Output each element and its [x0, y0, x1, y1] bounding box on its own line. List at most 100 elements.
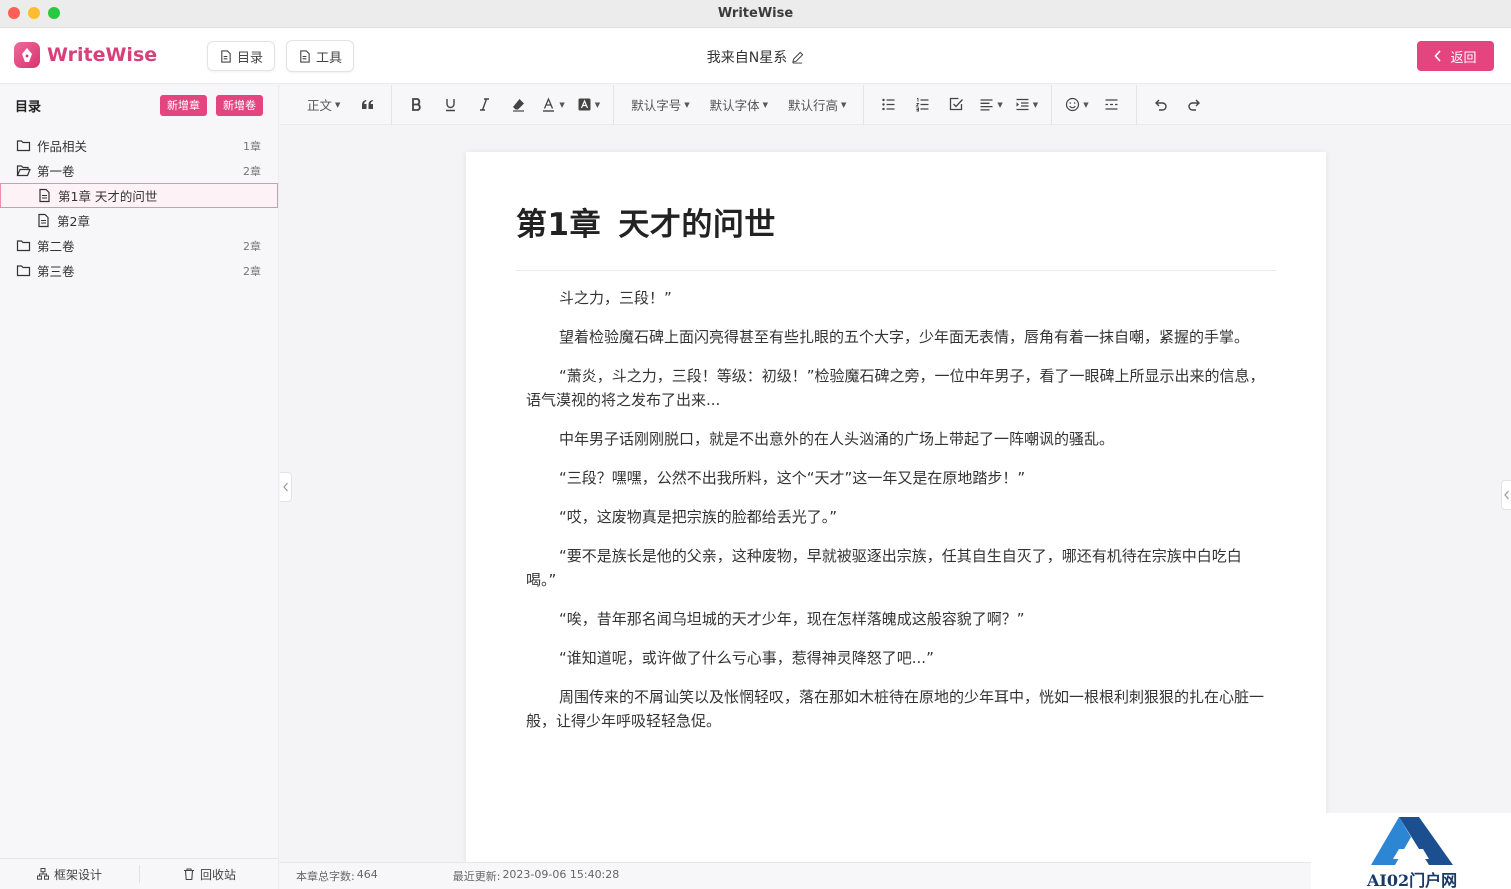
- tree-item-label: 第三卷: [37, 264, 75, 279]
- toolbar-group-block: 正文 ▼: [290, 84, 393, 125]
- eraser-icon: [512, 99, 524, 112]
- italic-button[interactable]: [469, 91, 499, 119]
- chapter-count: 2章: [243, 264, 261, 278]
- redo-button[interactable]: [1180, 91, 1210, 119]
- window-titlebar: WriteWise: [0, 0, 1511, 28]
- paragraph[interactable]: 中年男子话刚刚脱口，就是不出意外的在人头汹涌的广场上带起了一阵嘲讽的骚乱。: [526, 427, 1266, 451]
- task-list-button[interactable]: [941, 91, 971, 119]
- underline-icon: [445, 99, 455, 112]
- font-color-dropdown[interactable]: ▼: [537, 91, 568, 119]
- chevron-left-icon: [1434, 50, 1442, 62]
- paragraph[interactable]: 周围传来的不屑讪笑以及怅惘轻叹，落在那如木桩待在原地的少年耳中，恍如一根根利刺狠…: [526, 685, 1266, 733]
- paragraph[interactable]: “三段？嘿嘿，公然不出我所料，这个“天才”这一年又是在原地踏步！”: [526, 466, 1266, 490]
- word-count-label: 本章总字数:: [296, 870, 355, 883]
- font-family-label: 默认字体: [709, 98, 760, 113]
- font-family-dropdown[interactable]: 默认字体 ▼: [702, 91, 776, 119]
- caret-down-icon: ▼: [559, 100, 565, 109]
- catalog-button[interactable]: 目录: [207, 41, 276, 71]
- toolbar-group-font: 默认字号 ▼ 默认字体 ▼ 默认行高 ▼: [614, 84, 865, 125]
- paragraph[interactable]: 斗之力，三段！”: [526, 286, 1266, 310]
- chapter-count: 2章: [243, 164, 261, 178]
- sidebar-title: 目录: [15, 99, 42, 115]
- tree-item-works-related[interactable]: 作品相关 1章: [0, 133, 278, 158]
- caret-down-icon: ▼: [594, 100, 601, 109]
- expand-right-panel-button[interactable]: [1501, 480, 1511, 510]
- chapter-title[interactable]: 第1章 天才的问世: [516, 199, 1276, 244]
- paragraph[interactable]: “谁知道呢，或许做了什么亏心事，惹得神灵降怒了吧...”: [526, 646, 1266, 670]
- chapter-content[interactable]: 斗之力，三段！” 望着检验魔石碑上面闪亮得甚至有些扎眼的五个大字，少年面无表情，…: [516, 271, 1276, 733]
- quote-button[interactable]: [352, 91, 382, 119]
- indent-icon: [1016, 98, 1029, 111]
- tools-button[interactable]: 工具: [286, 40, 355, 72]
- catalog-tree: 作品相关 1章 第一卷 2章 第1章 天才的问世 第2章 第二卷 2章 第三卷 …: [0, 133, 278, 283]
- font-size-dropdown[interactable]: 默认字号 ▼: [623, 91, 697, 119]
- sidebar-footer: 框架设计 回收站: [0, 858, 279, 889]
- outline-design-label: 框架设计: [53, 867, 102, 882]
- maximize-window-button[interactable]: [48, 7, 60, 19]
- close-window-button[interactable]: [8, 7, 20, 19]
- indent-dropdown[interactable]: ▼: [1011, 91, 1042, 119]
- caret-down-icon: ▼: [841, 100, 847, 109]
- paragraph[interactable]: “要不是族长是他的父亲，这种废物，早就被驱逐出宗族，任其自生自灭了，哪还有机待在…: [526, 544, 1266, 592]
- back-button[interactable]: 返回: [1417, 41, 1494, 71]
- toolbar-group-inline: ▼ ▼: [392, 84, 615, 125]
- toolbar-group-insert: ▼: [1052, 84, 1137, 125]
- background-color-dropdown[interactable]: ▼: [573, 91, 604, 119]
- caret-down-icon: ▼: [684, 100, 690, 109]
- document-icon: [221, 49, 231, 63]
- new-chapter-button[interactable]: 新增章: [160, 94, 207, 116]
- logo-text: WriteWise: [47, 44, 158, 66]
- tree-item-volume-2[interactable]: 第二卷 2章: [0, 233, 278, 258]
- back-button-label: 返回: [1450, 50, 1477, 66]
- font-size-label: 默认字号: [631, 98, 682, 113]
- trash-button[interactable]: 回收站: [140, 866, 279, 883]
- align-dropdown[interactable]: ▼: [975, 91, 1006, 119]
- paragraph-style-dropdown[interactable]: 正文 ▼: [299, 91, 348, 119]
- tree-item-label: 第二卷: [37, 239, 75, 254]
- hierarchy-icon: [36, 868, 49, 880]
- outline-design-button[interactable]: 框架设计: [0, 866, 139, 883]
- document-page[interactable]: 第1章 天才的问世 斗之力，三段！” 望着检验魔石碑上面闪亮得甚至有些扎眼的五个…: [466, 152, 1326, 862]
- align-left-icon: [980, 99, 993, 111]
- folder-icon: [16, 238, 31, 253]
- tree-item-volume-1[interactable]: 第一卷 2章: [0, 158, 278, 183]
- tree-item-chapter-2[interactable]: 第2章: [0, 208, 278, 233]
- caret-down-icon: ▼: [335, 100, 341, 109]
- tree-item-chapter-1[interactable]: 第1章 天才的问世: [0, 183, 278, 208]
- line-height-dropdown[interactable]: 默认行高 ▼: [780, 91, 854, 119]
- numbered-list-button[interactable]: [907, 91, 937, 119]
- collapse-sidebar-button[interactable]: [280, 472, 292, 502]
- paragraph[interactable]: “萧炎，斗之力，三段！等级：初级！”检验魔石碑之旁，一位中年男子，看了一眼碑上所…: [526, 364, 1266, 412]
- background-color-icon: [578, 98, 591, 111]
- tree-item-label: 第一卷: [37, 164, 75, 179]
- underline-button[interactable]: [435, 91, 465, 119]
- paragraph[interactable]: “唉，昔年那名闻乌坦城的天才少年，现在怎样落魄成这般容貌了啊？”: [526, 607, 1266, 631]
- paragraph[interactable]: “哎，这废物真是把宗族的脸都给丢光了。”: [526, 505, 1266, 529]
- eraser-button[interactable]: [503, 91, 533, 119]
- folder-icon: [16, 263, 31, 278]
- tree-item-volume-3[interactable]: 第三卷 2章: [0, 258, 278, 283]
- tree-item-label: 第2章: [57, 214, 90, 229]
- paragraph-style-label: 正文: [307, 98, 333, 113]
- trash-label: 回收站: [199, 867, 236, 882]
- trash-icon: [183, 868, 194, 880]
- italic-icon: [479, 98, 489, 111]
- undo-button[interactable]: [1146, 91, 1176, 119]
- bullet-list-button[interactable]: [873, 91, 903, 119]
- toolbar-group-history: [1137, 85, 1219, 125]
- new-volume-button[interactable]: 新增卷: [216, 94, 263, 116]
- bold-button[interactable]: [401, 91, 431, 119]
- horizontal-rule-icon: [1105, 99, 1118, 110]
- divider-button[interactable]: [1097, 91, 1127, 119]
- paragraph[interactable]: 望着检验魔石碑上面闪亮得甚至有些扎眼的五个大字，少年面无表情，唇角有着一抹自嘲，…: [526, 325, 1266, 349]
- tree-item-label: 第1章 天才的问世: [58, 189, 158, 204]
- emoji-dropdown[interactable]: ▼: [1061, 91, 1092, 119]
- bullet-list-icon: [882, 98, 895, 111]
- minimize-window-button[interactable]: [28, 7, 40, 19]
- folder-open-icon: [16, 163, 31, 178]
- last-updated-value: 2023-09-06 15:40:28: [502, 868, 620, 881]
- edit-title-button[interactable]: [787, 50, 804, 66]
- chapter-count: 1章: [243, 139, 261, 153]
- document-icon: [36, 213, 51, 228]
- catalog-sidebar: 目录 新增章 新增卷 作品相关 1章 第一卷 2章 第1章 天才的问世 第2章 …: [0, 85, 279, 889]
